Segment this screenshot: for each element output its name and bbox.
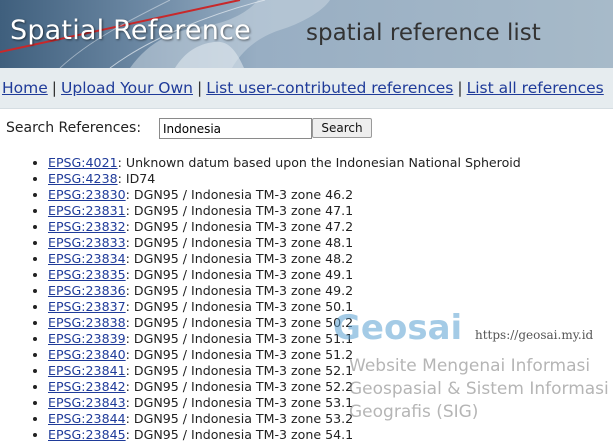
reference-name: DGN95 / Indonesia TM-3 zone 46.2 bbox=[133, 187, 354, 202]
site-title: Spatial Reference bbox=[10, 15, 251, 46]
epsg-code-link[interactable]: EPSG:23844 bbox=[48, 411, 126, 426]
code-separator: : bbox=[117, 171, 126, 186]
code-separator: : bbox=[125, 363, 134, 378]
list-item: EPSG:23833: DGN95 / Indonesia TM-3 zone … bbox=[48, 235, 521, 251]
list-item: EPSG:23830: DGN95 / Indonesia TM-3 zone … bbox=[48, 187, 521, 203]
nav-separator: | bbox=[457, 79, 463, 97]
watermark-line: Website Mengenai Informasi bbox=[349, 356, 591, 376]
epsg-code-link[interactable]: EPSG:23842 bbox=[48, 379, 126, 394]
reference-name: DGN95 / Indonesia TM-3 zone 52.1 bbox=[133, 363, 354, 378]
epsg-code-link[interactable]: EPSG:23839 bbox=[48, 331, 126, 346]
code-separator: : bbox=[125, 411, 134, 426]
epsg-code-link[interactable]: EPSG:23843 bbox=[48, 395, 126, 410]
reference-name: DGN95 / Indonesia TM-3 zone 53.2 bbox=[133, 411, 354, 426]
code-separator: : bbox=[125, 395, 134, 410]
list-item: EPSG:23831: DGN95 / Indonesia TM-3 zone … bbox=[48, 203, 521, 219]
header-banner: Spatial Reference spatial reference list bbox=[0, 0, 613, 68]
list-item: EPSG:4021: Unknown datum based upon the … bbox=[48, 155, 521, 171]
reference-name: DGN95 / Indonesia TM-3 zone 48.2 bbox=[133, 251, 354, 266]
epsg-code-link[interactable]: EPSG:4238 bbox=[48, 171, 118, 186]
epsg-code-link[interactable]: EPSG:4021 bbox=[48, 155, 118, 170]
reference-name: DGN95 / Indonesia TM-3 zone 50.1 bbox=[133, 299, 354, 314]
reference-name: DGN95 / Indonesia TM-3 zone 49.1 bbox=[133, 267, 354, 282]
code-separator: : bbox=[125, 379, 134, 394]
list-item: EPSG:23835: DGN95 / Indonesia TM-3 zone … bbox=[48, 267, 521, 283]
reference-name: DGN95 / Indonesia TM-3 zone 49.2 bbox=[133, 283, 354, 298]
code-separator: : bbox=[125, 219, 134, 234]
code-separator: : bbox=[125, 299, 134, 314]
nav-links: Home | Upload Your Own | List user-contribut… bbox=[2, 79, 604, 97]
code-separator: : bbox=[125, 347, 134, 362]
watermark-line: Geospasial & Sistem Informasi bbox=[349, 379, 609, 399]
code-separator: : bbox=[117, 155, 126, 170]
epsg-code-link[interactable]: EPSG:23833 bbox=[48, 235, 126, 250]
code-separator: : bbox=[125, 283, 134, 298]
epsg-code-link[interactable]: EPSG:23835 bbox=[48, 267, 126, 282]
epsg-code-link[interactable]: EPSG:23830 bbox=[48, 187, 126, 202]
reference-name: DGN95 / Indonesia TM-3 zone 52.2 bbox=[133, 379, 354, 394]
nav-link-home[interactable]: Home bbox=[2, 79, 48, 97]
epsg-code-link[interactable]: EPSG:23840 bbox=[48, 347, 126, 362]
page-subtitle: spatial reference list bbox=[306, 20, 541, 46]
nav-link-upload[interactable]: Upload Your Own bbox=[61, 79, 193, 97]
epsg-code-link[interactable]: EPSG:23832 bbox=[48, 219, 126, 234]
reference-name: DGN95 / Indonesia TM-3 zone 51.1 bbox=[133, 331, 354, 346]
search-label: Search References: bbox=[6, 120, 142, 136]
code-separator: : bbox=[125, 203, 134, 218]
reference-name: DGN95 / Indonesia TM-3 zone 50.2 bbox=[133, 315, 354, 330]
list-item: EPSG:23832: DGN95 / Indonesia TM-3 zone … bbox=[48, 219, 521, 235]
list-item: EPSG:4238: ID74 bbox=[48, 171, 521, 187]
search-button[interactable]: Search bbox=[312, 118, 372, 138]
watermark-url: https://geosai.my.id bbox=[475, 328, 594, 342]
epsg-code-link[interactable]: EPSG:23831 bbox=[48, 203, 126, 218]
code-separator: : bbox=[125, 187, 134, 202]
list-item: EPSG:23836: DGN95 / Indonesia TM-3 zone … bbox=[48, 283, 521, 299]
epsg-code-link[interactable]: EPSG:23834 bbox=[48, 251, 126, 266]
reference-name: Unknown datum based upon the Indonesian … bbox=[125, 155, 521, 170]
search-input[interactable] bbox=[159, 118, 312, 139]
reference-name: ID74 bbox=[125, 171, 156, 186]
nav-separator: | bbox=[196, 79, 203, 97]
code-separator: : bbox=[125, 251, 134, 266]
reference-name: DGN95 / Indonesia TM-3 zone 47.1 bbox=[133, 203, 354, 218]
reference-name: DGN95 / Indonesia TM-3 zone 48.1 bbox=[133, 235, 354, 250]
nav-bar: Home | Upload Your Own | List user-contribut… bbox=[0, 68, 613, 109]
epsg-code-link[interactable]: EPSG:23841 bbox=[48, 363, 126, 378]
epsg-code-link[interactable]: EPSG:23837 bbox=[48, 299, 126, 314]
reference-name: DGN95 / Indonesia TM-3 zone 53.1 bbox=[133, 395, 354, 410]
nav-link-all-references[interactable]: List all references bbox=[467, 79, 604, 97]
epsg-code-link[interactable]: EPSG:23838 bbox=[48, 315, 126, 330]
code-separator: : bbox=[125, 331, 134, 346]
watermark-logo: Geosai bbox=[333, 308, 463, 348]
code-separator: : bbox=[125, 315, 134, 330]
reference-name: DGN95 / Indonesia TM-3 zone 47.2 bbox=[133, 219, 354, 234]
list-item: EPSG:23834: DGN95 / Indonesia TM-3 zone … bbox=[48, 251, 521, 267]
code-separator: : bbox=[125, 267, 134, 282]
epsg-code-link[interactable]: EPSG:23836 bbox=[48, 283, 126, 298]
watermark: Geosai https://geosai.my.id Website Meng… bbox=[333, 308, 613, 440]
reference-name: DGN95 / Indonesia TM-3 zone 51.2 bbox=[133, 347, 354, 362]
nav-link-user-contributed[interactable]: List user-contributed references bbox=[206, 79, 453, 97]
nav-separator: | bbox=[51, 79, 58, 97]
code-separator: : bbox=[125, 235, 134, 250]
watermark-line: Geografis (SIG) bbox=[349, 402, 479, 422]
